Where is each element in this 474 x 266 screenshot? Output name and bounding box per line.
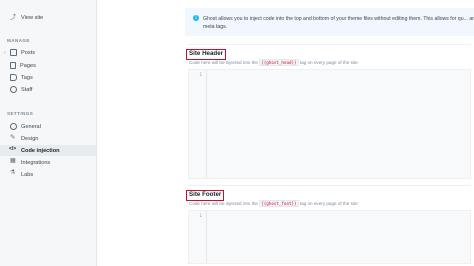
site-header-description: Code here will be injected into the {{gh… (189, 59, 358, 66)
nav-tags-label: Tags (21, 74, 33, 81)
site-footer-code-editor[interactable]: 1 (188, 210, 471, 264)
site-footer-title: Site Footer (186, 190, 225, 201)
nav-staff-label: Staff (21, 86, 33, 93)
posts-icon (10, 49, 17, 56)
nav-general[interactable]: General (0, 121, 96, 132)
site-header-code-editor[interactable]: 1 (188, 69, 471, 179)
nav-code-injection[interactable]: Code injection (0, 145, 96, 156)
site-footer-description: Code here will be injected into the {{gh… (189, 200, 358, 207)
site-header-desc-after: tag on every page of the site (299, 60, 358, 65)
nav-view-site-label: View site (21, 14, 44, 21)
integrations-icon (10, 157, 17, 166)
line-number: 1 (199, 73, 202, 78)
nav-staff[interactable]: Staff (0, 84, 96, 95)
nav-view-site[interactable]: View site (0, 12, 96, 23)
nav-labs[interactable]: Labs (0, 169, 96, 180)
code-icon (9, 146, 17, 154)
gear-icon (10, 123, 17, 130)
nav-pages[interactable]: Pages (0, 60, 96, 71)
nav-posts[interactable]: › Posts (0, 47, 96, 58)
nav-general-label: General (21, 123, 41, 130)
main-content: i Ghost allows you to inject code into t… (97, 0, 474, 266)
manage-section-label: MANAGE (7, 38, 30, 43)
ghost-head-tag: {{ghost_head}} (259, 59, 299, 66)
line-number: 1 (199, 214, 202, 219)
ghost-foot-tag: {{ghost_foot}} (259, 200, 299, 207)
nav-pages-label: Pages (20, 62, 36, 69)
site-header-title: Site Header (186, 49, 227, 60)
nav-posts-label: Posts (21, 49, 35, 56)
external-link-icon (10, 12, 17, 21)
info-notice-text: Ghost allows you to inject code into the… (203, 16, 474, 30)
divider (188, 44, 471, 45)
nav-tags[interactable]: Tags (0, 72, 96, 83)
pages-icon (10, 62, 16, 69)
settings-section-label: SETTINGS (7, 111, 34, 116)
nav-labs-label: Labs (21, 171, 34, 178)
sidebar: View site MANAGE › Posts Pages Tags Staf… (0, 0, 97, 266)
site-header-gutter: 1 (189, 70, 207, 178)
nav-integrations-label: Integrations (21, 159, 51, 166)
chevron-right-icon[interactable]: › (4, 50, 6, 56)
nav-design[interactable]: Design (0, 133, 96, 144)
staff-icon (10, 86, 17, 93)
nav-design-label: Design (21, 135, 39, 142)
site-footer-desc-before: Code here will be injected into the (189, 201, 258, 206)
nav-integrations[interactable]: Integrations (0, 157, 96, 168)
site-footer-gutter: 1 (189, 211, 207, 263)
flask-icon (10, 169, 17, 178)
tag-icon (10, 74, 17, 81)
divider (188, 185, 471, 186)
brush-icon (10, 133, 17, 142)
site-header-desc-before: Code here will be injected into the (189, 60, 258, 65)
info-icon: i (193, 15, 199, 21)
info-notice: i Ghost allows you to inject code into t… (185, 8, 474, 36)
nav-code-injection-label: Code injection (21, 147, 60, 154)
site-footer-desc-after: tag on every page of the site (299, 201, 358, 206)
